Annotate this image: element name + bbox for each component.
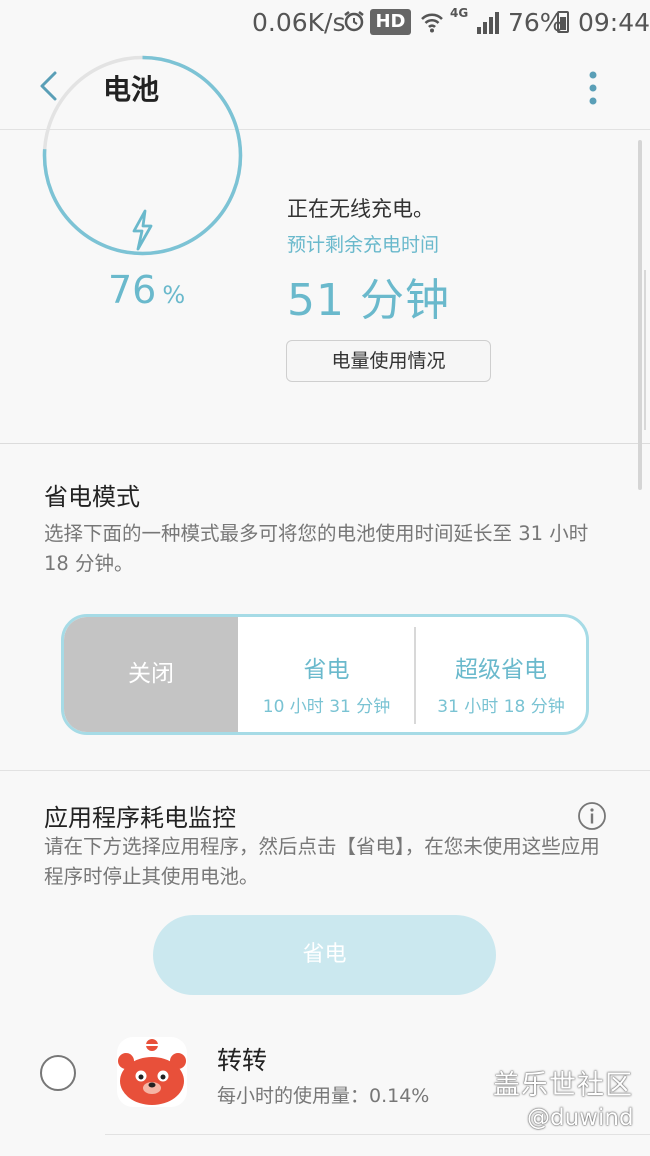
mode-option-power-saving[interactable]: 省电 10 小时 31 分钟 [238, 617, 415, 732]
save-power-button[interactable]: 省电 [153, 915, 496, 995]
net-speed: 0.06K/s [252, 8, 346, 37]
clock: 09:44 [578, 8, 650, 37]
wifi-icon [420, 10, 444, 39]
mode-option-ultra-saving-label: 超级省电 [455, 657, 547, 683]
watermark-text: 盖乐世社区 [493, 1070, 633, 1101]
battery-percent: 76% [508, 8, 564, 37]
more-options-icon[interactable] [578, 68, 608, 108]
signal-icon [476, 11, 500, 40]
eta-label: 预计剩余充电时间 [287, 234, 440, 256]
mode-option-off[interactable]: 关闭 [64, 617, 238, 732]
app-select-radio[interactable] [40, 1055, 76, 1091]
charging-bolt-icon [127, 209, 157, 255]
watermark-author: @duwind [527, 1105, 634, 1131]
power-mode-selector: 关闭 省电 10 小时 31 分钟 超级省电 31 小时 18 分钟 [61, 614, 589, 735]
battery-percent-display: 76% [108, 268, 185, 312]
mode-option-off-label: 关闭 [128, 661, 174, 687]
battery-percent-value: 76 [108, 268, 157, 312]
eta-value: 51 分钟 [287, 275, 450, 326]
list-divider [105, 1134, 650, 1135]
charging-status: 正在无线充电。 [287, 197, 434, 221]
battery-icon [557, 11, 569, 33]
edge-panel-handle[interactable] [644, 270, 650, 430]
battery-percent-sign: % [162, 281, 186, 309]
battery-usage-button[interactable]: 电量使用情况 [286, 340, 491, 382]
app-monitor-title: 应用程序耗电监控 [44, 804, 236, 832]
hd-badge: HD [370, 9, 411, 35]
alarm-icon [342, 9, 366, 39]
mode-option-power-saving-label: 省电 [303, 657, 350, 683]
app-icon [117, 1037, 187, 1107]
app-name: 转转 [217, 1046, 268, 1075]
section-divider [0, 770, 650, 771]
mode-option-ultra-saving[interactable]: 超级省电 31 小时 18 分钟 [416, 617, 586, 732]
status-bar: 0.06K/s HD 4G 76% 09:44 [0, 0, 650, 44]
network-type: 4G [450, 6, 469, 20]
power-mode-title: 省电模式 [44, 483, 140, 511]
mode-option-power-saving-time: 10 小时 31 分钟 [262, 697, 391, 717]
mode-option-ultra-saving-time: 31 小时 18 分钟 [437, 697, 565, 717]
app-monitor-description: 请在下方选择应用程序，然后点击【省电】，在您未使用这些应用程序时停止其使用电池。 [44, 835, 600, 888]
info-icon[interactable] [577, 801, 607, 831]
scrollbar[interactable] [638, 140, 642, 490]
app-usage: 每小时的使用量：0.14% [217, 1085, 430, 1107]
power-mode-description: 选择下面的一种模式最多可将您的电池使用时间延长至 31 小时 18 分钟。 [44, 522, 589, 575]
